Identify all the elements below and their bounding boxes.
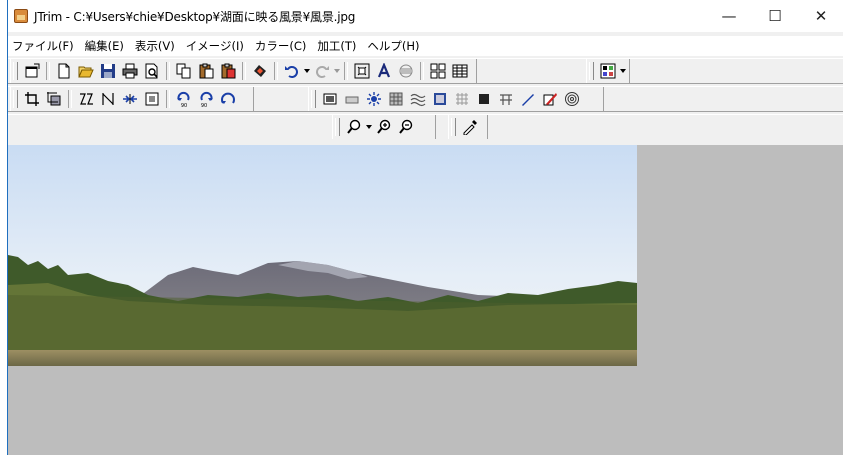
toolbar-row-1 — [8, 58, 843, 84]
toolbar-separator — [344, 62, 348, 80]
toolbar-grip[interactable] — [589, 62, 594, 80]
minimize-icon: — — [721, 7, 737, 25]
wave-icon[interactable] — [408, 89, 428, 109]
texture-icon[interactable] — [452, 89, 472, 109]
save-icon[interactable] — [98, 61, 118, 81]
maximize-button[interactable]: ☐ — [752, 0, 798, 32]
close-icon: ✕ — [814, 7, 828, 25]
fit-icon[interactable] — [142, 89, 162, 109]
resize-icon[interactable] — [352, 61, 372, 81]
standard-toolbar — [10, 59, 477, 83]
zoom-toolbar — [332, 115, 436, 139]
maximize-icon: ☐ — [768, 7, 782, 25]
pen-icon[interactable] — [518, 89, 538, 109]
toolbar-separator — [242, 62, 246, 80]
eyedropper-toolbar — [448, 115, 488, 139]
toolbar-separator — [166, 90, 170, 108]
open-folder-icon[interactable] — [76, 61, 96, 81]
rotate-free-icon[interactable] — [218, 89, 238, 109]
menu-file[interactable]: ファイル(F) — [8, 38, 81, 54]
redo-icon[interactable] — [312, 61, 332, 81]
window-title: JTrim - C:¥Users¥chie¥Desktop¥湖面に映る風景¥風景… — [34, 9, 356, 24]
menu-color[interactable]: カラー(C) — [251, 38, 314, 54]
toolbar-separator — [420, 62, 424, 80]
grid-icon[interactable] — [428, 61, 448, 81]
toolbar-grip[interactable] — [311, 90, 316, 108]
rotate-90-right-icon[interactable]: 90 — [196, 89, 216, 109]
thumbnail-icon[interactable] — [450, 61, 470, 81]
border-icon[interactable] — [342, 89, 362, 109]
filter-toolbar — [308, 87, 604, 111]
mosaic-icon[interactable] — [386, 89, 406, 109]
undo-dropdown[interactable] — [303, 61, 311, 81]
jtrim-app-icon[interactable] — [14, 9, 28, 23]
toolbar-row-2: 90 90 — [8, 86, 843, 112]
rotate-90-left-icon[interactable]: 90 — [174, 89, 194, 109]
toolbar-grip[interactable] — [335, 118, 340, 136]
toolbar-row-3 — [8, 114, 843, 140]
minimize-button[interactable]: — — [706, 0, 752, 32]
sunburst-icon[interactable] — [364, 89, 384, 109]
zoom-in-icon[interactable] — [374, 117, 394, 137]
text-icon[interactable] — [374, 61, 394, 81]
title-bar[interactable]: JTrim - C:¥Users¥chie¥Desktop¥湖面に映る風景¥風景… — [8, 0, 843, 32]
undo-icon[interactable] — [282, 61, 302, 81]
menu-process[interactable]: 加工(T) — [313, 38, 363, 54]
toolbar-grip[interactable] — [13, 62, 18, 80]
redo-dropdown[interactable] — [333, 61, 341, 81]
align-icon[interactable] — [396, 61, 416, 81]
copy-icon[interactable] — [174, 61, 194, 81]
crop-icon[interactable] — [22, 89, 42, 109]
grayscale-icon[interactable] — [320, 89, 340, 109]
toolbar-grip[interactable] — [451, 118, 456, 136]
flip-horizontal-icon[interactable] — [76, 89, 96, 109]
image-canvas[interactable] — [8, 145, 843, 455]
toolbar-separator — [68, 90, 72, 108]
new-window-icon[interactable] — [22, 61, 42, 81]
toolbar-separator — [46, 62, 50, 80]
transform-toolbar: 90 90 — [10, 87, 254, 111]
emboss-icon[interactable] — [430, 89, 450, 109]
menu-view[interactable]: 表示(V) — [131, 38, 182, 54]
window-controls: — ☐ ✕ — [706, 0, 843, 32]
menu-image[interactable]: イメージ(I) — [182, 38, 251, 54]
trim-icon[interactable] — [44, 89, 64, 109]
app-window: JTrim - C:¥Users¥chie¥Desktop¥湖面に映る風景¥風景… — [7, 0, 843, 455]
paste-new-icon[interactable] — [218, 61, 238, 81]
zoom-out-icon[interactable] — [396, 117, 416, 137]
shrink-icon[interactable] — [120, 89, 140, 109]
flip-vertical-icon[interactable] — [98, 89, 118, 109]
capture-icon[interactable] — [250, 61, 270, 81]
paste-icon[interactable] — [196, 61, 216, 81]
comb-icon[interactable] — [496, 89, 516, 109]
menu-edit[interactable]: 編集(E) — [81, 38, 131, 54]
color-palette-icon[interactable] — [598, 61, 618, 81]
dark-frame-icon[interactable] — [474, 89, 494, 109]
svg-text:90: 90 — [181, 103, 187, 107]
toolbar-separator — [274, 62, 278, 80]
zoom-dropdown[interactable] — [365, 117, 373, 137]
new-file-icon[interactable] — [54, 61, 74, 81]
spiral-icon[interactable] — [562, 89, 582, 109]
toolbar-grip[interactable] — [13, 90, 18, 108]
menu-help[interactable]: ヘルプ(H) — [363, 38, 426, 54]
eraser-pen-icon[interactable] — [540, 89, 560, 109]
svg-text:90: 90 — [201, 103, 207, 107]
eyedropper-icon[interactable] — [460, 117, 480, 137]
palette-toolbar — [586, 59, 630, 83]
print-icon[interactable] — [120, 61, 140, 81]
close-button[interactable]: ✕ — [798, 0, 843, 32]
palette-dropdown[interactable] — [619, 61, 627, 81]
print-preview-icon[interactable] — [142, 61, 162, 81]
zoom-menu-icon[interactable] — [344, 117, 364, 137]
landscape-photo — [8, 145, 637, 366]
toolbar-separator — [166, 62, 170, 80]
menu-bar: ファイル(F) 編集(E) 表示(V) イメージ(I) カラー(C) 加工(T)… — [8, 36, 843, 56]
